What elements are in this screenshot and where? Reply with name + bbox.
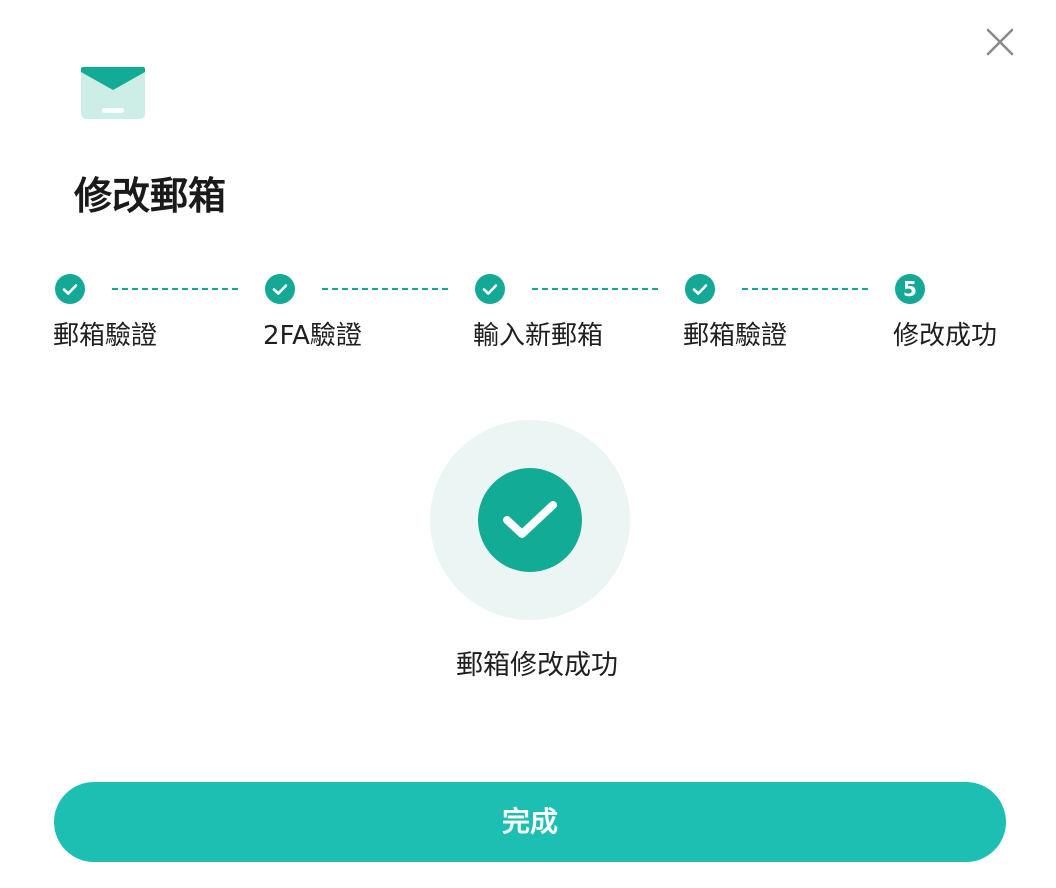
check-icon	[62, 284, 78, 295]
step-label: 2FA驗證	[263, 321, 362, 351]
step-complete-badge	[685, 274, 715, 304]
success-message: 郵箱修改成功	[456, 650, 618, 681]
done-button[interactable]: 完成	[54, 782, 1006, 862]
step-connector	[532, 288, 658, 290]
step-connector	[322, 288, 448, 290]
close-icon	[986, 28, 1014, 56]
check-icon	[482, 284, 498, 295]
success-check-badge	[478, 468, 582, 572]
step-complete-badge	[265, 274, 295, 304]
step-label: 輸入新郵箱	[473, 321, 604, 351]
step-current-badge: 5	[895, 274, 925, 304]
check-icon	[272, 284, 288, 295]
success-indicator	[430, 420, 630, 620]
close-button[interactable]	[982, 24, 1018, 60]
step-number: 5	[903, 277, 917, 301]
step-label: 修改成功	[893, 321, 998, 351]
check-icon	[692, 284, 708, 295]
step-complete-badge	[475, 274, 505, 304]
dialog-title: 修改郵箱	[74, 174, 227, 218]
step-connector	[112, 288, 238, 290]
step-complete-badge	[55, 274, 85, 304]
change-email-dialog: 修改郵箱 郵箱驗證 2FA驗證 輸入新郵箱 郵箱驗證 5 修改成功 郵箱修改成功…	[0, 0, 1056, 888]
step-connector	[742, 288, 868, 290]
step-label: 郵箱驗證	[53, 321, 158, 351]
step-label: 郵箱驗證	[683, 321, 788, 351]
success-check-icon	[503, 501, 557, 538]
mail-icon	[80, 66, 146, 120]
